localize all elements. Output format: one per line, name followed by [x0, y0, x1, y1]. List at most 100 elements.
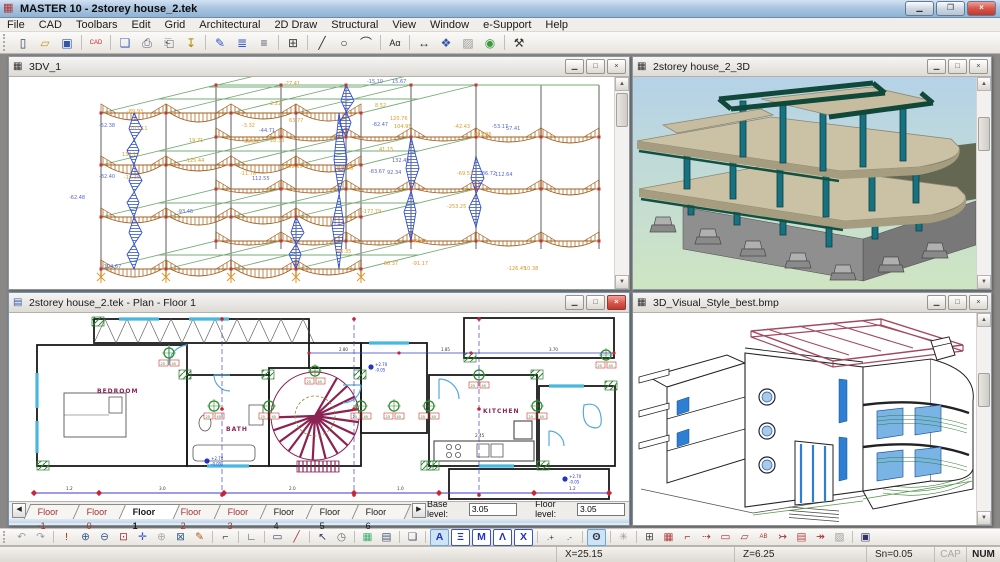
tools-icon[interactable]: ⚒: [508, 33, 530, 53]
child-minimize-button[interactable]: ▁: [565, 59, 584, 74]
layer-a-icon[interactable]: A: [430, 529, 449, 546]
eshop-cart-icon[interactable]: ◉: [479, 33, 501, 53]
toolbar-grip[interactable]: [3, 34, 9, 51]
tab-floor-6[interactable]: Floor 6: [352, 504, 412, 519]
point-minus-icon[interactable]: .-: [560, 529, 579, 546]
floor-level-input[interactable]: [577, 503, 625, 516]
move-node-icon[interactable]: ↠: [811, 529, 830, 546]
visual-vscrollbar[interactable]: ▲ ▼: [976, 313, 991, 525]
settings-box-icon[interactable]: ▣: [856, 529, 875, 546]
line-icon[interactable]: ╱: [311, 33, 333, 53]
child-close-button[interactable]: ×: [607, 295, 626, 310]
hatch-region-icon[interactable]: ▨: [830, 529, 849, 546]
scroll-down-icon[interactable]: ▼: [977, 275, 991, 289]
print-preview-icon[interactable]: ⎗: [158, 33, 180, 53]
menu-window[interactable]: Window: [423, 19, 476, 31]
beam-icon[interactable]: ▭: [716, 529, 735, 546]
window-3dv1-titlebar[interactable]: ▦ 3DV_1 ▁ □ ×: [9, 57, 629, 77]
window-plan-titlebar[interactable]: ▤ 2storey house_2.tek - Plan - Floor 1 ▁…: [9, 293, 629, 313]
window-visual-style-titlebar[interactable]: ▦ 3D_Visual_Style_best.bmp ▁ □ ×: [633, 293, 991, 313]
circle-icon[interactable]: ○: [333, 33, 355, 53]
scroll-thumb[interactable]: [616, 93, 628, 127]
menu-structural[interactable]: Structural: [324, 19, 385, 31]
arc-icon[interactable]: ⌒: [355, 33, 377, 53]
window-3d-render-titlebar[interactable]: ▦ 2storey house_2_3D ▁ □ ×: [633, 57, 991, 77]
undo-icon[interactable]: ↶: [12, 529, 31, 546]
scroll-up-icon[interactable]: ▲: [977, 313, 991, 327]
child-maximize-button[interactable]: □: [948, 59, 967, 74]
child-minimize-button[interactable]: ▁: [927, 295, 946, 310]
layer-x-icon[interactable]: X: [514, 529, 533, 546]
analysis-vscrollbar[interactable]: ▲ ▼: [614, 77, 629, 289]
menu-e-support[interactable]: e-Support: [476, 19, 538, 31]
menu-architectural[interactable]: Architectural: [192, 19, 267, 31]
scroll-down-icon[interactable]: ▼: [615, 275, 629, 289]
child-minimize-button[interactable]: ▁: [927, 59, 946, 74]
base-level-input[interactable]: [469, 503, 517, 516]
sketch-pen-icon[interactable]: ✎: [209, 33, 231, 53]
analysis-viewport[interactable]: -89.93-52.38103.11139.17-82.40-16.3619.7…: [9, 77, 629, 289]
render-viewport[interactable]: ▲ ▼: [633, 77, 991, 289]
join-nodes-icon[interactable]: ↣: [773, 529, 792, 546]
grid-snap-icon[interactable]: ⊞: [640, 529, 659, 546]
layer-m-icon[interactable]: M: [472, 529, 491, 546]
hatch-icon[interactable]: ▨: [457, 33, 479, 53]
scroll-up-icon[interactable]: ▲: [977, 77, 991, 91]
ble-blocks-icon[interactable]: ❖: [435, 33, 457, 53]
menu-file[interactable]: File: [0, 19, 32, 31]
menu-view[interactable]: View: [385, 19, 423, 31]
toolbar-separator: [110, 35, 111, 51]
text-icon[interactable]: Aα: [384, 33, 406, 53]
toolbar-grip[interactable]: [3, 531, 9, 544]
visual-viewport[interactable]: ▲ ▼: [633, 313, 991, 525]
menu-cad[interactable]: CAD: [32, 19, 69, 31]
render-vscrollbar[interactable]: ▲ ▼: [976, 77, 991, 289]
slab-icon[interactable]: ▱: [735, 529, 754, 546]
open-folder-icon[interactable]: ▱: [34, 33, 56, 53]
child-maximize-button[interactable]: □: [586, 59, 605, 74]
mesh-icon[interactable]: ▤: [792, 529, 811, 546]
tabs-scroll-right-icon[interactable]: ▶: [412, 503, 426, 518]
wall-icon[interactable]: ⌐: [678, 529, 697, 546]
scroll-thumb[interactable]: [978, 373, 990, 407]
raster-icon[interactable]: ▦: [659, 529, 678, 546]
scroll-down-icon[interactable]: ▼: [977, 511, 991, 525]
dimension-icon[interactable]: ↔: [413, 33, 435, 53]
tab-floor-1[interactable]: Floor 1: [119, 504, 181, 519]
minimize-button[interactable]: ▁: [905, 1, 934, 16]
restore-button[interactable]: ❐: [936, 1, 965, 16]
menu-grid[interactable]: Grid: [158, 19, 193, 31]
child-close-button[interactable]: ×: [969, 295, 988, 310]
new-icon[interactable]: ▯: [12, 33, 34, 53]
menu-toolbars[interactable]: Toolbars: [69, 19, 125, 31]
child-maximize-button[interactable]: □: [586, 295, 605, 310]
plan-viewport[interactable]: 2545254525452545254525452545254525452545…: [9, 313, 629, 501]
child-close-button[interactable]: ×: [969, 59, 988, 74]
layer-xi-icon[interactable]: Ξ: [451, 529, 470, 546]
scroll-up-icon[interactable]: ▲: [615, 77, 629, 91]
list-blue-icon[interactable]: ≣: [231, 33, 253, 53]
child-maximize-button[interactable]: □: [948, 295, 967, 310]
point-plus-icon[interactable]: .+: [541, 529, 560, 546]
list-icon[interactable]: ≡: [253, 33, 275, 53]
menu-help[interactable]: Help: [538, 19, 575, 31]
copy-icon[interactable]: ❏: [114, 33, 136, 53]
label-ab-icon[interactable]: AB: [754, 529, 773, 546]
export-icon[interactable]: ↧: [180, 33, 202, 53]
save-icon[interactable]: ▣: [56, 33, 78, 53]
layer-lambda-icon[interactable]: Λ: [493, 529, 512, 546]
menu-edit[interactable]: Edit: [125, 19, 158, 31]
copy-entities-icon[interactable]: ❏: [403, 529, 422, 546]
child-close-button[interactable]: ×: [607, 59, 626, 74]
cad-icon[interactable]: CAD: [85, 33, 107, 53]
zoom-window-icon[interactable]: ⊡: [114, 529, 133, 546]
snap-star-icon[interactable]: ✳: [614, 529, 633, 546]
child-minimize-button[interactable]: ▁: [565, 295, 584, 310]
menu-2d-draw[interactable]: 2D Draw: [267, 19, 324, 31]
grid-icon[interactable]: ⊞: [282, 33, 304, 53]
print-icon[interactable]: ⎙: [136, 33, 158, 53]
node-arrow-icon[interactable]: ⇢: [697, 529, 716, 546]
close-button[interactable]: ×: [967, 1, 996, 16]
mouse-icon[interactable]: ʘ: [587, 529, 606, 546]
scroll-thumb[interactable]: [978, 117, 990, 151]
